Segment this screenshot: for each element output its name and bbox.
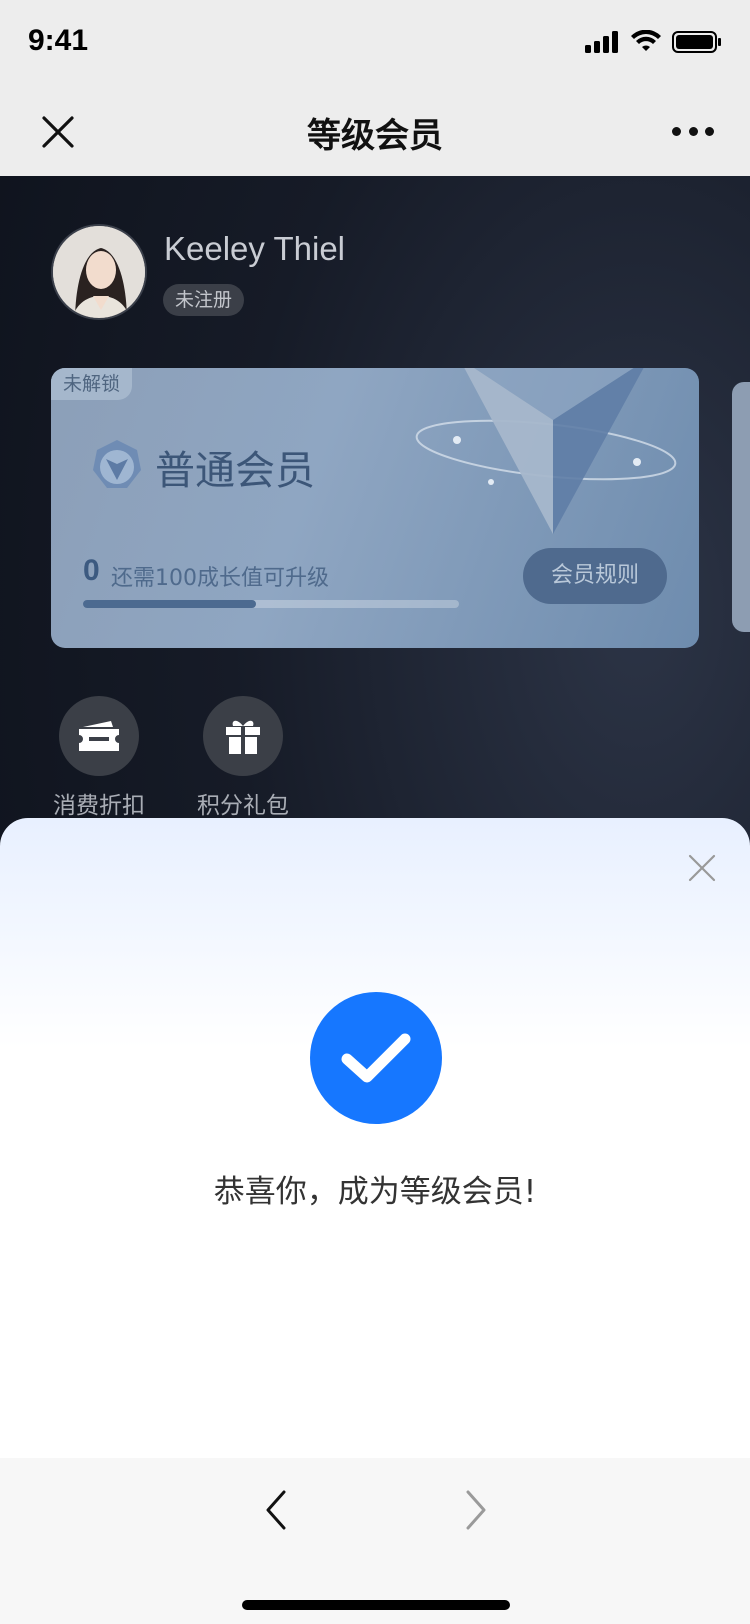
user-name: Keeley Thiel <box>164 230 346 267</box>
page-title: 等级会员 <box>307 116 443 156</box>
battery-icon <box>672 31 721 53</box>
back-arrow-icon[interactable] <box>262 1488 292 1532</box>
success-bottom-sheet: 恭喜你，成为等级会员! <box>0 818 750 1458</box>
member-rules-button[interactable]: 会员规则 <box>523 548 667 604</box>
gift-icon <box>203 696 283 776</box>
avatar[interactable] <box>51 224 147 320</box>
browser-toolbar <box>0 1458 750 1624</box>
member-level-card[interactable]: 未解锁 普通会员 0 还需100成长值可升级 会员规则 <box>51 368 699 648</box>
paper-plane-decoration-icon <box>415 368 677 534</box>
more-dot <box>705 126 714 136</box>
more-dot <box>672 126 681 136</box>
avatar-portrait-icon <box>53 226 145 318</box>
growth-progress-bar <box>83 600 459 608</box>
close-sheet-icon[interactable] <box>688 854 716 882</box>
locked-tag: 未解锁 <box>51 368 133 400</box>
ticket-icon <box>59 696 139 776</box>
forward-arrow-icon[interactable] <box>460 1488 490 1532</box>
status-time: 9:41 <box>28 24 89 57</box>
cellular-signal-icon <box>585 31 618 53</box>
growth-progress-fill <box>83 600 256 608</box>
wifi-icon <box>631 30 661 51</box>
success-message: 恭喜你，成为等级会员! <box>213 1174 537 1210</box>
level-medal-icon <box>93 440 141 488</box>
growth-value: 0 <box>83 554 100 587</box>
status-bar: 9:41 <box>0 0 750 88</box>
home-indicator <box>242 1600 510 1610</box>
next-level-card-peek[interactable] <box>732 382 750 632</box>
more-dot <box>688 126 698 136</box>
more-icon[interactable] <box>672 122 714 140</box>
status-icons <box>584 30 722 54</box>
nav-bar: 等级会员 <box>0 88 750 176</box>
success-check-icon <box>310 992 442 1124</box>
benefit-discount[interactable]: 消费折扣 <box>49 696 149 820</box>
member-level-name: 普通会员 <box>155 448 315 494</box>
registration-status-badge: 未注册 <box>163 284 245 316</box>
benefit-label: 积分礼包 <box>197 793 289 819</box>
benefit-points-gift[interactable]: 积分礼包 <box>193 696 293 820</box>
growth-hint: 还需100成长值可升级 <box>111 566 329 591</box>
benefit-label: 消费折扣 <box>53 793 145 819</box>
